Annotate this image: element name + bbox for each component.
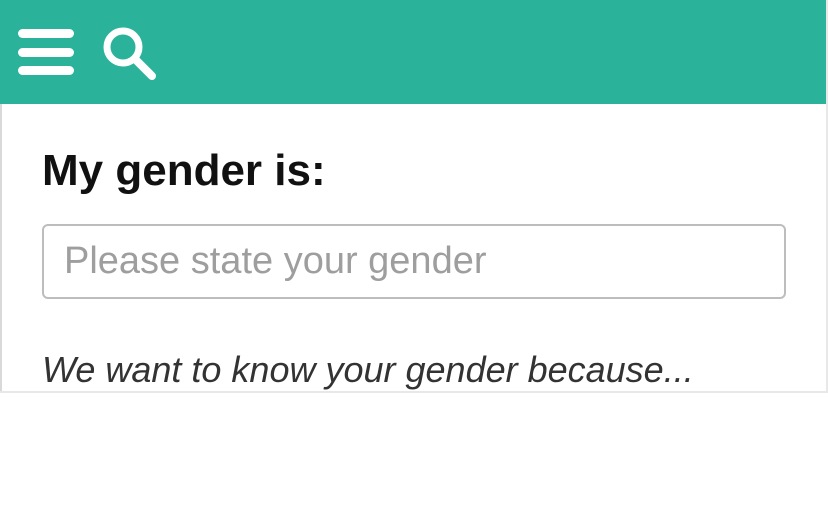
app-header [0,0,826,104]
gender-input-wrap [42,224,786,299]
form-container: My gender is: We want to know your gende… [0,104,826,391]
hamburger-icon[interactable] [18,29,74,75]
gender-heading: My gender is: [42,146,786,196]
gender-explanation: We want to know your gender because... [42,349,786,391]
search-icon[interactable] [100,24,156,80]
gender-input[interactable] [64,240,764,283]
